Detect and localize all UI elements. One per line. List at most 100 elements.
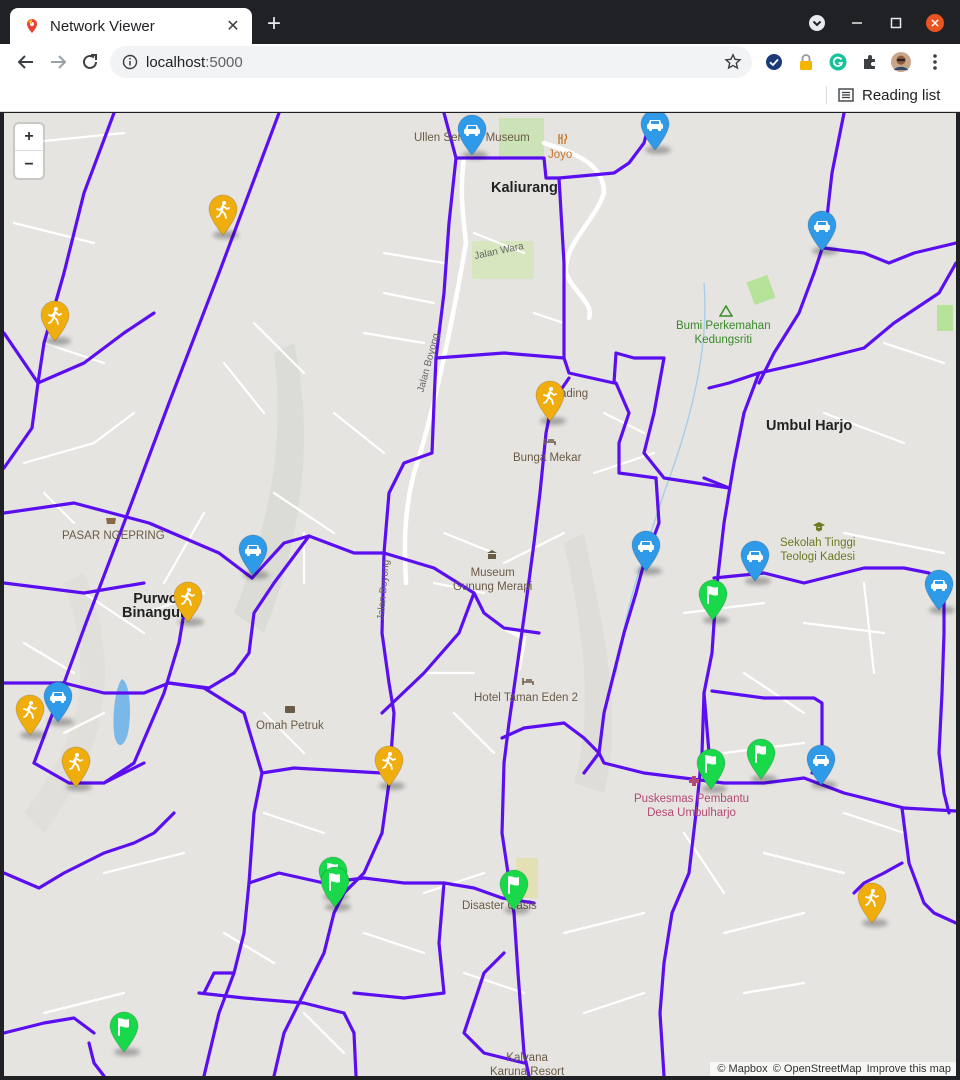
map-canvas[interactable]: Ullen Sentalu Museum Joyo Kaliurang Jala…: [4, 113, 956, 1076]
attribution-mapbox-link[interactable]: © Mapbox: [717, 1063, 767, 1075]
place-label-bunga-mekar: Bunga Mekar: [513, 452, 582, 464]
browser-menu-icon[interactable]: [925, 52, 945, 72]
car-icon: [806, 744, 836, 786]
flag-marker[interactable]: [695, 747, 727, 793]
car-marker[interactable]: [42, 680, 74, 726]
bookmarks-divider: [826, 86, 827, 104]
museum-icon: [487, 550, 497, 559]
url-text: localhost:5000: [146, 53, 243, 71]
place-label-hotel-taman-eden: Hotel Taman Eden 2: [474, 692, 578, 704]
zoom-control: + −: [15, 124, 43, 178]
pedestrian-marker[interactable]: [856, 881, 888, 927]
bookmark-star-icon[interactable]: [724, 53, 742, 71]
place-label-museum-gunung-merapi: Museum Gunung Merapi: [453, 567, 533, 593]
flag-icon: [698, 579, 728, 621]
title-bar: Network Viewer ✕ +: [0, 0, 960, 44]
pedestrian-marker[interactable]: [172, 580, 204, 626]
car-icon: [740, 540, 770, 582]
profile-avatar[interactable]: [891, 52, 911, 72]
lodging-icon: [544, 438, 556, 445]
map-pin-favicon-icon: [27, 19, 37, 33]
hotel-icon: [522, 678, 534, 685]
zoom-in-button[interactable]: +: [15, 124, 43, 151]
flag-marker[interactable]: [319, 865, 351, 911]
extension-lock-icon[interactable]: [796, 52, 816, 72]
pedestrian-icon: [374, 745, 404, 787]
flag-icon: [696, 748, 726, 790]
pedestrian-icon: [208, 194, 238, 236]
car-icon: [457, 114, 487, 156]
pedestrian-marker[interactable]: [39, 299, 71, 345]
pedestrian-marker[interactable]: [14, 693, 46, 739]
maximize-icon[interactable]: [887, 14, 905, 32]
site-info-icon[interactable]: [122, 54, 138, 70]
map-attribution: © Mapbox © OpenStreetMap Improve this ma…: [710, 1062, 956, 1076]
reading-list-icon: [838, 88, 854, 102]
forward-arrow-icon[interactable]: [46, 50, 70, 74]
pedestrian-icon: [40, 300, 70, 342]
extensions-puzzle-icon[interactable]: [860, 52, 880, 72]
flag-marker[interactable]: [697, 578, 729, 624]
pedestrian-icon: [173, 581, 203, 623]
campsite-icon: [719, 305, 733, 317]
car-marker[interactable]: [805, 743, 837, 789]
browser-toolbar: localhost:5000: [0, 44, 960, 80]
tab-search-icon[interactable]: [808, 14, 826, 32]
back-arrow-icon[interactable]: [14, 50, 38, 74]
car-icon: [807, 210, 837, 252]
pedestrian-icon: [857, 882, 887, 924]
place-label-puskesmas: Puskesmas Pembantu Desa Umbulharjo: [634, 793, 750, 819]
pedestrian-icon: [535, 380, 565, 422]
address-bar[interactable]: localhost:5000: [110, 46, 752, 78]
car-icon: [640, 113, 670, 151]
tab-network-viewer[interactable]: Network Viewer ✕: [10, 8, 252, 44]
attraction-icon: [285, 706, 295, 713]
place-label-pasar-ngepring: PASAR NGEPRING: [62, 530, 165, 542]
flag-icon: [320, 866, 350, 908]
pedestrian-marker[interactable]: [534, 379, 566, 425]
improve-map-link[interactable]: Improve this map: [867, 1063, 951, 1075]
reading-list-button[interactable]: Reading list: [838, 84, 940, 106]
restaurant-icon: [558, 133, 568, 144]
zoom-out-button[interactable]: −: [15, 151, 43, 178]
flag-marker[interactable]: [745, 737, 777, 783]
pedestrian-marker[interactable]: [373, 744, 405, 790]
new-tab-icon[interactable]: +: [262, 12, 286, 37]
place-label-bumi-perkemahan: Bumi Perkemahan Kedungsriti: [676, 320, 771, 346]
car-marker[interactable]: [806, 209, 838, 255]
car-icon: [43, 681, 73, 723]
place-label-omah-petruk: Omah Petruk: [256, 720, 324, 732]
pedestrian-icon: [61, 746, 91, 788]
extension-check-icon[interactable]: [764, 52, 784, 72]
attribution-osm-link[interactable]: © OpenStreetMap: [773, 1063, 862, 1075]
extension-grammarly-icon[interactable]: [828, 52, 848, 72]
flag-marker[interactable]: [498, 868, 530, 914]
place-label-joyo: Joyo: [548, 149, 573, 161]
reading-list-label: Reading list: [862, 86, 941, 104]
car-marker[interactable]: [739, 539, 771, 585]
car-marker[interactable]: [923, 568, 955, 614]
pedestrian-marker[interactable]: [60, 745, 92, 791]
minimize-icon[interactable]: [848, 14, 866, 32]
flag-icon: [746, 738, 776, 780]
market-icon: [106, 518, 116, 524]
car-marker[interactable]: [639, 113, 671, 154]
reload-icon[interactable]: [78, 50, 102, 74]
bookmarks-bar: Reading list: [0, 80, 960, 112]
tab-title: Network Viewer: [50, 17, 155, 35]
pedestrian-marker[interactable]: [207, 193, 239, 239]
car-icon: [631, 530, 661, 572]
close-tab-icon[interactable]: ✕: [222, 15, 244, 37]
place-label-umbul-harjo: Umbul Harjo: [766, 418, 853, 434]
flag-marker[interactable]: [108, 1010, 140, 1056]
school-icon: [813, 522, 825, 532]
car-marker[interactable]: [237, 533, 269, 579]
flag-icon: [109, 1011, 139, 1053]
place-label-sekolah-tinggi: Sekolah Tinggi Teologi Kadesi: [780, 537, 856, 563]
place-label-kalvana: Kalvana Karuna Resort: [490, 1052, 565, 1076]
car-icon: [924, 569, 954, 611]
close-window-icon[interactable]: [926, 14, 944, 32]
car-marker[interactable]: [630, 529, 662, 575]
car-marker[interactable]: [456, 113, 488, 159]
place-label-kaliurang: Kaliurang: [491, 180, 558, 196]
